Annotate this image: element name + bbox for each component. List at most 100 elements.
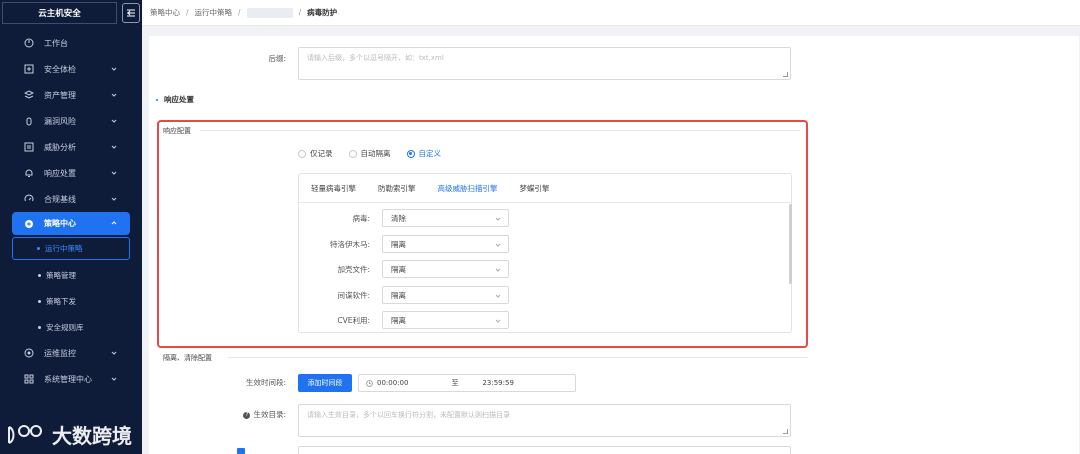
select-value: 隔离 <box>391 290 406 300</box>
chevron-down-icon <box>111 145 117 149</box>
sidebar-item-label: 安全体检 <box>44 64 76 74</box>
watermark-logo-icon <box>8 424 42 444</box>
sidebar-subitem-rule-library[interactable]: 安全规则库 <box>0 314 142 340</box>
tab-ransomware-engine[interactable]: 防勒索引擎 <box>378 183 416 194</box>
sidebar-item-system-management[interactable]: 系统管理中心 <box>0 366 142 392</box>
engine-tabs: 轻量病毒引擎 防勒索引擎 高级威胁扫描引擎 梦蝶引擎 <box>299 174 791 203</box>
chevron-down-icon <box>111 171 117 175</box>
radio-checked-icon <box>406 149 415 158</box>
time-start: 00:00:00 <box>377 379 409 387</box>
effective-dir-input[interactable]: 请输入生效目录，多个以回车换行符分割，未配置默认则扫描目录 <box>298 404 791 437</box>
divider <box>200 130 800 131</box>
bullet-icon <box>38 299 41 303</box>
collapse-icon <box>127 9 135 17</box>
engine-row-label: 加壳文件: <box>337 264 370 274</box>
layers-icon <box>24 90 34 100</box>
sidebar-subitem-label: 运行中策略 <box>45 244 83 253</box>
spyware-action-select[interactable]: 隔离 <box>382 286 509 304</box>
suffix-input[interactable]: 请输入后缀，多个以逗号隔开，如：txt,xml <box>298 47 791 80</box>
bullet-icon <box>156 98 158 101</box>
sidebar-item-label: 策略中心 <box>44 219 76 228</box>
select-value: 隔离 <box>391 315 406 325</box>
sidebar-item-label: 系统管理中心 <box>44 374 92 384</box>
sidebar-item-label: 运维监控 <box>44 348 76 358</box>
tab-lightweight-engine[interactable]: 轻量病毒引擎 <box>311 183 356 194</box>
bug-icon <box>24 116 34 126</box>
response-mode-radio-group: 仅记录 自动隔离 自定义 <box>298 148 441 159</box>
sidebar-item-label: 威胁分析 <box>44 142 76 152</box>
time-range-picker[interactable]: 00:00:00 至 23:59:59 <box>358 374 576 392</box>
settings-icon <box>24 374 34 384</box>
chevron-down-icon <box>111 67 117 71</box>
sidebar-item-label: 合规基线 <box>44 194 76 204</box>
engine-row-virus: 病毒: 清除 <box>299 209 509 227</box>
sidebar-item-label: 响应处置 <box>44 168 76 178</box>
resize-handle-icon[interactable] <box>783 429 788 434</box>
sidebar-item-workbench[interactable]: 工作台 <box>0 30 142 56</box>
sidebar-item-ops-monitor[interactable]: 运维监控 <box>0 340 142 366</box>
plus-square-icon <box>24 64 34 74</box>
virus-action-select[interactable]: 清除 <box>382 209 509 227</box>
help-icon[interactable]: ? <box>243 411 251 419</box>
breadcrumb-item-current: 病毒防护 <box>307 8 338 17</box>
engine-row-packed-file: 加壳文件: 隔离 <box>299 260 509 278</box>
trojan-action-select[interactable]: 隔离 <box>382 235 509 253</box>
effective-dir-label-text: 生效目录: <box>253 410 286 419</box>
add-time-range-button[interactable]: 添加时间段 <box>298 374 352 392</box>
tab-butterfly-engine[interactable]: 梦蝶引擎 <box>520 183 550 194</box>
bullet-icon <box>37 247 40 250</box>
bullet-icon <box>38 273 41 277</box>
engine-row-label: 间谍软件: <box>337 290 370 300</box>
section-title-text: 响应处置 <box>164 95 194 104</box>
radio-label: 仅记录 <box>310 149 333 158</box>
sidebar-item-response[interactable]: 响应处置 <box>0 160 142 186</box>
sidebar-subitem-running-policies[interactable]: 运行中策略 <box>12 237 130 260</box>
packed-file-action-select[interactable]: 隔离 <box>382 260 509 278</box>
collapse-sidebar-button[interactable] <box>122 3 140 23</box>
sidebar-subitem-label: 策略管理 <box>46 270 76 280</box>
watermark: 大数跨境 <box>6 420 132 449</box>
breadcrumb-item-running-policies[interactable]: 运行中策略 <box>195 7 233 18</box>
scrollbar[interactable] <box>789 204 792 284</box>
chevron-down-icon <box>111 197 117 201</box>
suffix-label: 后缀: <box>268 54 286 63</box>
sidebar-subitem-policy-dispatch[interactable]: 策略下发 <box>0 288 142 314</box>
resize-handle-icon[interactable] <box>783 72 788 77</box>
chevron-down-icon <box>111 119 117 123</box>
effective-time-label: 生效时间段: <box>245 378 286 387</box>
next-field-input[interactable] <box>298 446 791 454</box>
chevron-down-icon <box>495 294 501 298</box>
sidebar-item-label: 工作台 <box>44 38 68 48</box>
suffix-placeholder: 请输入后缀，多个以逗号隔开，如：txt,xml <box>307 54 444 62</box>
sidebar-item-security-check[interactable]: 安全体检 <box>0 56 142 82</box>
engine-row-spyware: 间谍软件: 隔离 <box>299 286 509 304</box>
radio-custom[interactable]: 自定义 <box>406 148 442 159</box>
time-separator: 至 <box>451 379 459 387</box>
engine-row-trojan: 特洛伊木马: 隔离 <box>299 235 509 253</box>
sidebar-item-compliance[interactable]: 合规基线 <box>0 186 142 212</box>
sidebar-subitem-label: 策略下发 <box>46 296 76 306</box>
breadcrumb-item-policy-center[interactable]: 策略中心 <box>150 7 180 18</box>
chevron-down-icon <box>495 319 501 323</box>
engine-row-label: CVE利用: <box>337 315 370 325</box>
chevron-down-icon <box>495 243 501 247</box>
breadcrumb-separator: / <box>298 8 302 17</box>
sidebar-subitem-policy-management[interactable]: 策略管理 <box>0 262 142 288</box>
select-value: 隔离 <box>391 264 406 274</box>
effective-dir-placeholder: 请输入生效目录，多个以回车换行符分割，未配置默认则扫描目录 <box>307 411 510 419</box>
checkbox[interactable] <box>237 448 245 454</box>
sidebar-item-threat-analysis[interactable]: 威胁分析 <box>0 134 142 160</box>
radio-auto-isolate[interactable]: 自动隔离 <box>348 148 391 159</box>
app-title: 云主机安全 <box>2 2 117 24</box>
sidebar-item-assets[interactable]: 资产管理 <box>0 82 142 108</box>
radio-record-only[interactable]: 仅记录 <box>298 148 333 159</box>
sidebar-menu: 工作台 安全体检 资产管理 漏洞风险 威胁分析 响应处置 合规基线 策略中心 运… <box>0 30 142 392</box>
divider <box>228 357 808 358</box>
tab-advanced-threat-engine[interactable]: 高级威胁扫描引擎 <box>438 183 498 194</box>
bell-icon <box>24 168 34 178</box>
sidebar-item-policy-center[interactable]: 策略中心 <box>12 212 130 235</box>
cve-action-select[interactable]: 隔离 <box>382 311 509 329</box>
radio-label: 自定义 <box>418 149 442 158</box>
breadcrumb-separator: / <box>186 8 189 17</box>
sidebar-item-vulnerabilities[interactable]: 漏洞风险 <box>0 108 142 134</box>
